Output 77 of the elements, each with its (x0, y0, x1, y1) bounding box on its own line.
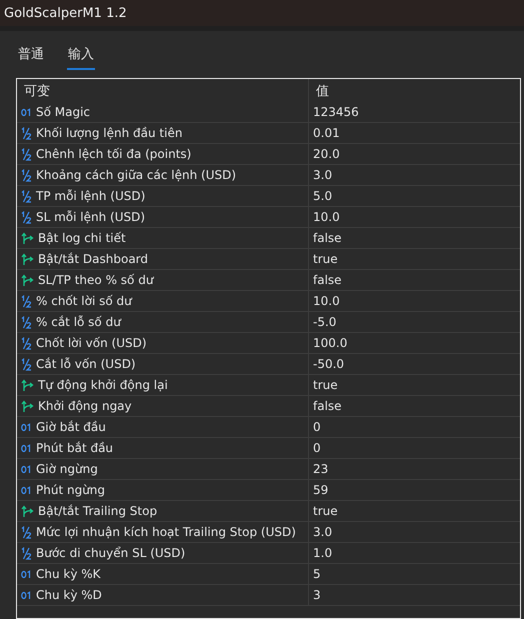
value-cell[interactable]: true (308, 249, 520, 269)
fraction-icon (21, 148, 32, 160)
fraction-icon (21, 294, 32, 308)
branch-arrow-icon (21, 378, 34, 392)
integer-icon (21, 464, 32, 474)
fraction-icon (21, 336, 32, 350)
window-title: GoldScalperM1 1.2 (4, 6, 127, 20)
branch-arrow-icon (21, 252, 34, 266)
parameter-name: Bật log chi tiết (38, 231, 126, 245)
fraction-icon (21, 210, 32, 224)
value-cell[interactable]: 5 (308, 564, 520, 584)
value-cell[interactable]: 59 (308, 480, 520, 500)
value-cell[interactable]: true (308, 375, 520, 395)
value-cell[interactable]: 23 (308, 459, 520, 479)
branch-arrow-icon (21, 400, 34, 412)
value-cell[interactable]: 1.0 (308, 543, 520, 563)
parameter-name: Tự động khởi động lại (38, 378, 168, 392)
integer-icon (21, 444, 32, 452)
parameter-name: Chênh lệch tối đa (points) (36, 147, 192, 161)
parameter-name: Bật/tắt Dashboard (38, 252, 148, 266)
parameter-name: Phút ngừng (36, 483, 106, 497)
parameter-name: Giờ bắt đầu (36, 420, 106, 434)
integer-icon (21, 422, 32, 432)
parameter-name: Chu kỳ %K (36, 567, 101, 581)
value-cell[interactable]: 3.0 (308, 522, 520, 542)
integer-icon (21, 108, 32, 116)
column-header[interactable]: 可变 (17, 79, 308, 102)
value-cell[interactable]: 3 (308, 585, 520, 605)
parameter-name: SL/TP theo % số dư (38, 273, 154, 287)
parameter-name: SL mỗi lệnh (USD) (36, 210, 146, 224)
integer-icon (21, 486, 32, 494)
value-cell[interactable]: 0.01 (308, 123, 520, 143)
parameter-name: Khoảng cách giữa các lệnh (USD) (36, 168, 236, 182)
value-cell[interactable]: 0 (308, 438, 520, 458)
value-cell[interactable]: 20.0 (308, 144, 520, 164)
fraction-icon (21, 316, 32, 328)
parameter-name: Bật/tắt Trailing Stop (38, 504, 158, 518)
integer-icon (21, 570, 32, 578)
value-cell[interactable]: -5.0 (308, 312, 520, 332)
fraction-icon (21, 168, 32, 182)
tab[interactable]: 输入 (67, 45, 95, 70)
fraction-icon (21, 546, 32, 560)
integer-icon (21, 590, 32, 600)
value-cell[interactable]: 5.0 (308, 186, 520, 206)
value-cell[interactable]: 3.0 (308, 165, 520, 185)
value-cell[interactable]: -50.0 (308, 354, 520, 374)
value-cell[interactable]: 0 (308, 417, 520, 437)
column-header[interactable]: 值 (308, 79, 520, 102)
value-cell[interactable]: 10.0 (308, 207, 520, 227)
parameter-name: Giờ ngừng (36, 462, 98, 476)
branch-arrow-icon (21, 274, 34, 286)
value-cell[interactable]: false (308, 396, 520, 416)
value-cell[interactable]: false (308, 228, 520, 248)
parameter-name: Mức lợi nhuận kích hoạt Trailing Stop (USD) (36, 525, 296, 539)
parameter-name: % chốt lời số dư (36, 294, 132, 308)
fraction-icon (21, 526, 32, 538)
parameter-name: Chu kỳ %D (36, 588, 102, 602)
value-cell[interactable]: true (308, 501, 520, 521)
parameter-name: Khối lượng lệnh đầu tiên (36, 126, 182, 140)
value-cell[interactable]: 123456 (308, 102, 520, 122)
parameter-name: Chốt lời vốn (USD) (36, 336, 147, 350)
fraction-icon (21, 190, 32, 202)
value-cell[interactable]: 100.0 (308, 333, 520, 353)
fraction-icon (21, 358, 32, 370)
value-cell[interactable]: 10.0 (308, 291, 520, 311)
branch-arrow-icon (21, 232, 34, 244)
value-cell[interactable]: false (308, 270, 520, 290)
tab[interactable]: 普通 (17, 45, 45, 70)
parameter-name: Phút bắt đầu (36, 441, 114, 455)
parameter-name: Bước di chuyển SL (USD) (36, 546, 186, 560)
fraction-icon (21, 126, 32, 140)
branch-arrow-icon (21, 504, 34, 518)
parameter-name: % cắt lỗ số dư (36, 315, 121, 329)
parameter-name: Cắt lỗ vốn (USD) (36, 357, 136, 371)
parameter-name: TP mỗi lệnh (USD) (36, 189, 146, 203)
parameter-name: Khởi động ngay (38, 399, 132, 413)
parameter-name: Số Magic (36, 105, 90, 119)
